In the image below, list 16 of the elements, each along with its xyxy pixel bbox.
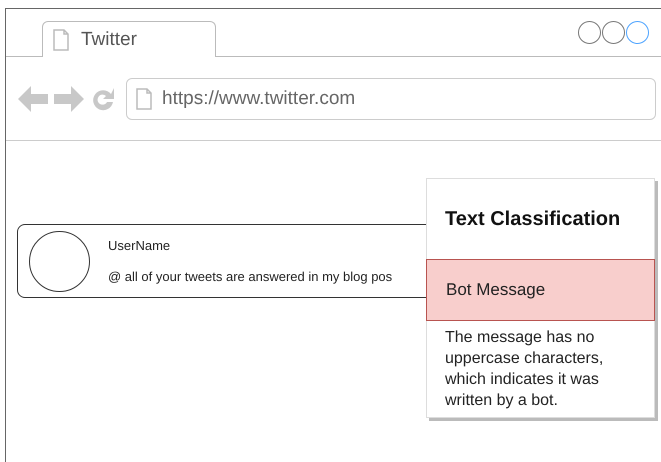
result-label: Bot Message	[426, 259, 655, 321]
back-icon[interactable]	[18, 86, 48, 112]
reload-icon[interactable]	[90, 86, 116, 112]
page-icon	[136, 88, 152, 110]
window-button[interactable]	[626, 21, 649, 44]
tweet-text: @ all of your tweets are answered in my blog pos	[108, 269, 392, 284]
popup-title: Text Classification	[444, 207, 622, 232]
avatar	[29, 230, 90, 292]
window-button[interactable]	[602, 21, 625, 44]
page-icon	[53, 28, 69, 50]
forward-icon[interactable]	[54, 86, 84, 112]
address-field[interactable]: https://www.twitter.com	[126, 78, 656, 120]
window-button[interactable]	[578, 21, 601, 44]
explanation-text: The message has no uppercase characters, which indicates it was written by a bot.	[444, 328, 604, 411]
browser-tab[interactable]: Twitter	[42, 21, 216, 57]
username: UserName	[108, 238, 172, 253]
